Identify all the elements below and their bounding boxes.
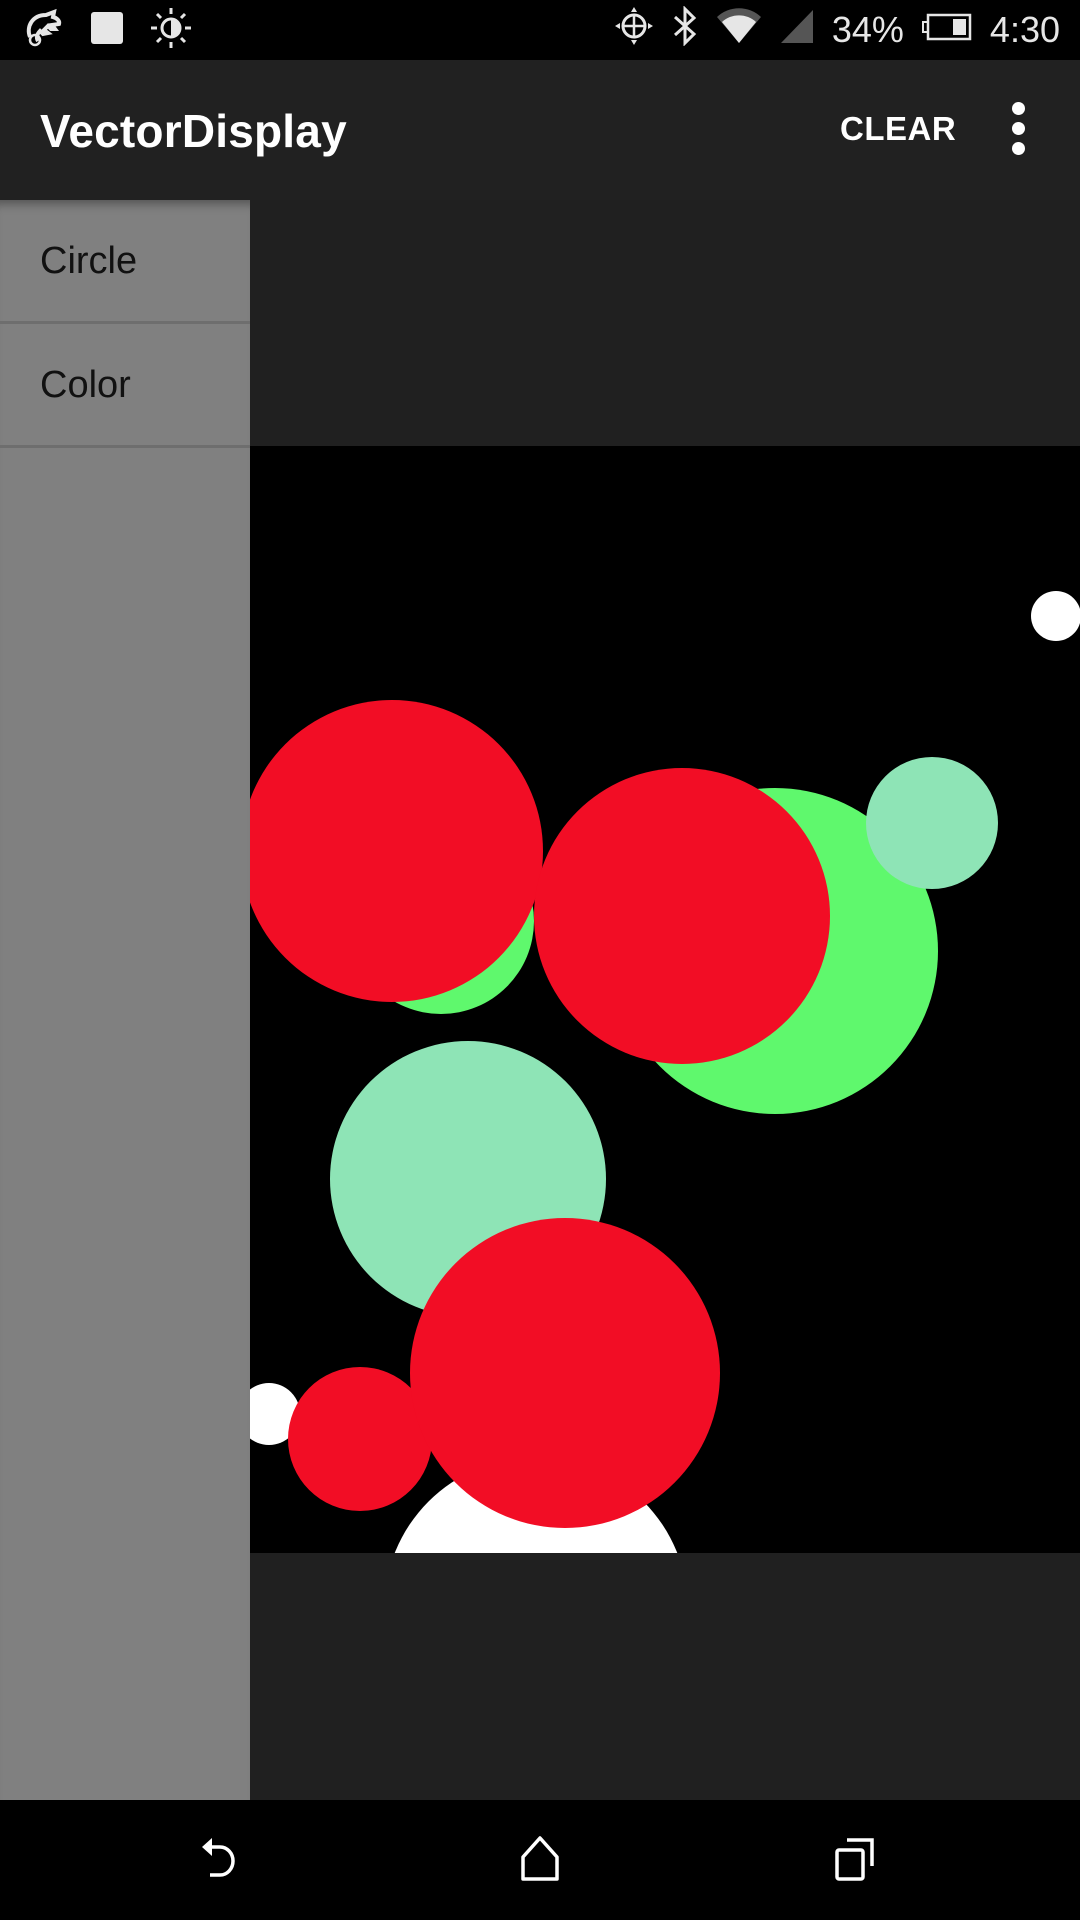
drawer-item-circle[interactable]: Circle <box>0 200 250 324</box>
brightness-icon <box>150 7 192 54</box>
vector-canvas[interactable] <box>250 446 1080 1553</box>
side-drawer: Circle Color <box>0 200 250 1800</box>
recents-icon[interactable] <box>815 1820 895 1900</box>
clear-button[interactable]: CLEAR <box>840 110 956 148</box>
status-left-icons <box>22 7 192 54</box>
status-right: 34% 4:30 <box>614 4 1060 55</box>
canvas-circle <box>288 1367 432 1511</box>
canvas-circle <box>534 768 830 1064</box>
cell-signal-icon <box>780 8 814 53</box>
navigation-bar <box>0 1800 1080 1920</box>
canvas-circle <box>1031 591 1080 641</box>
square-notification-icon <box>90 10 124 51</box>
app-toolbar: VectorDisplay CLEAR <box>0 60 1080 200</box>
battery-percent: 34% <box>831 9 904 50</box>
drawer-item-label: Color <box>40 364 131 406</box>
status-bar: 34% 4:30 <box>0 0 1080 60</box>
clock: 4:30 <box>989 9 1060 50</box>
canvas-drawing <box>250 591 1080 1553</box>
canvas-circle <box>866 757 998 889</box>
home-icon[interactable] <box>500 1820 580 1900</box>
drawer-item-label: Circle <box>40 240 138 282</box>
battery-icon <box>921 9 972 51</box>
gps-icon <box>614 6 654 55</box>
chameleon-app-icon <box>22 7 64 54</box>
app-title: VectorDisplay <box>40 105 347 157</box>
back-icon[interactable] <box>186 1820 266 1900</box>
canvas-circle <box>410 1218 720 1528</box>
more-vert-icon[interactable] <box>1000 100 1036 160</box>
wifi-icon <box>716 7 762 54</box>
drawer-item-color[interactable]: Color <box>0 324 250 448</box>
canvas-circle <box>250 700 543 1002</box>
bluetooth-icon <box>672 4 698 55</box>
